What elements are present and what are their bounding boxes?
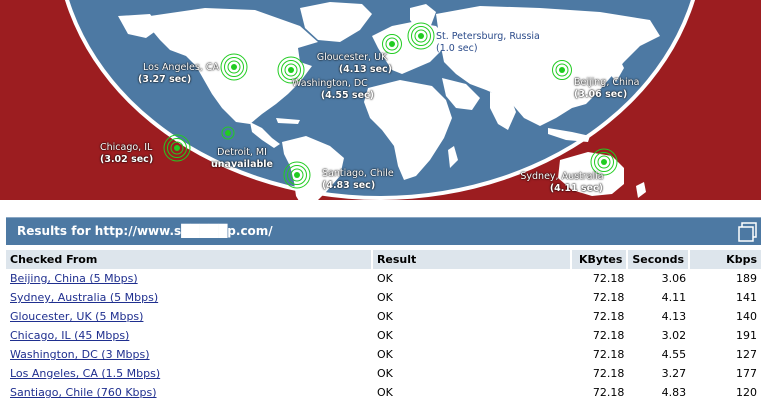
seconds-cell: 4.11 <box>661 291 687 304</box>
city-name: Sydney, Australia <box>520 171 604 182</box>
city-label-st-petersburg: St. Petersburg, Russia (1.0 sec) <box>436 31 540 55</box>
result-cell: OK <box>376 386 393 399</box>
column-header-seconds: Seconds <box>628 250 691 269</box>
city-label-chicago: Chicago, IL (3.02 sec) <box>100 142 153 166</box>
table-row: Chicago, IL (45 Mbps) OK 72.18 3.02 191 <box>6 326 761 345</box>
kbps-cell: 140 <box>736 310 757 323</box>
kbps-cell: 189 <box>736 272 757 285</box>
location-link[interactable]: Chicago, IL (45 Mbps) <box>10 329 129 342</box>
city-name: Beijing, China <box>574 77 640 88</box>
expand-window-icon[interactable] <box>737 221 759 243</box>
result-cell: OK <box>376 291 393 304</box>
results-header: Results for http://www.s█████p.com/ <box>6 217 761 245</box>
kbytes-cell: 72.18 <box>592 367 625 380</box>
column-header-kbps: Kbps <box>690 250 761 269</box>
city-time: (3.02 sec) <box>100 154 154 165</box>
kbytes-cell: 72.18 <box>592 329 625 342</box>
column-header-kbytes: KBytes <box>572 250 629 269</box>
location-link[interactable]: Washington, DC (3 Mbps) <box>10 348 150 361</box>
location-pulse-icon[interactable] <box>407 22 435 50</box>
result-cell: OK <box>376 329 393 342</box>
city-label-sydney: Sydney, Australia (4.11 sec) <box>507 171 617 195</box>
kbps-cell: 127 <box>736 348 757 361</box>
city-name: Gloucester, UK <box>316 52 388 63</box>
results-table: Checked From Result KBytes Seconds Kbps … <box>6 250 761 402</box>
location-pulse-icon[interactable] <box>214 119 242 147</box>
city-name: Chicago, IL <box>100 142 153 153</box>
world-map: St. Petersburg, Russia (1.0 sec) Glouces… <box>0 0 761 200</box>
column-header-checked-from: Checked From <box>6 250 373 269</box>
kbps-cell: 141 <box>736 291 757 304</box>
kbytes-cell: 72.18 <box>592 310 625 323</box>
location-pulse-icon[interactable] <box>163 134 191 162</box>
kbytes-cell: 72.18 <box>592 291 625 304</box>
city-name: Santiago, Chile <box>322 168 394 179</box>
location-link[interactable]: Gloucester, UK (5 Mbps) <box>10 310 143 323</box>
table-row: Gloucester, UK (5 Mbps) OK 72.18 4.13 14… <box>6 307 761 326</box>
result-cell: OK <box>376 310 393 323</box>
location-link[interactable]: Sydney, Australia (5 Mbps) <box>10 291 158 304</box>
city-name: Los Angeles, CA <box>143 62 219 73</box>
table-row: Los Angeles, CA (1.5 Mbps) OK 72.18 3.27… <box>6 364 761 383</box>
city-label-washington: Washington, DC (4.55 sec) <box>292 78 392 102</box>
city-label-santiago: Santiago, Chile (4.83 sec) <box>322 168 394 192</box>
seconds-cell: 3.02 <box>661 329 687 342</box>
kbps-cell: 177 <box>736 367 757 380</box>
table-row: Sydney, Australia (5 Mbps) OK 72.18 4.11… <box>6 288 761 307</box>
city-label-los-angeles: Los Angeles, CA (3.27 sec) <box>138 62 224 86</box>
seconds-cell: 3.06 <box>661 272 687 285</box>
results-title: Results for http://www.s█████p.com/ <box>17 224 273 238</box>
location-pulse-icon[interactable] <box>283 161 311 189</box>
city-time: (4.13 sec) <box>338 64 392 75</box>
city-name: St. Petersburg, Russia <box>436 31 540 42</box>
results-panel: Results for http://www.s█████p.com/ Chec… <box>6 217 761 412</box>
table-header-row: Checked From Result KBytes Seconds Kbps <box>6 250 761 269</box>
city-time: (3.06 sec) <box>574 89 628 100</box>
seconds-cell: 4.55 <box>661 348 687 361</box>
city-label-beijing: Beijing, China (3.06 sec) <box>574 77 640 101</box>
city-label-detroit: Detroit, MI unavailable <box>210 147 274 171</box>
location-link[interactable]: Santiago, Chile (760 Kbps) <box>10 386 157 399</box>
result-cell: OK <box>376 348 393 361</box>
seconds-cell: 4.83 <box>661 386 687 399</box>
city-time: (4.55 sec) <box>320 90 374 101</box>
table-row: Beijing, China (5 Mbps) OK 72.18 3.06 18… <box>6 269 761 288</box>
city-name: Detroit, MI <box>217 147 267 158</box>
location-pulse-icon[interactable] <box>220 53 248 81</box>
table-row: Santiago, Chile (760 Kbps) OK 72.18 4.83… <box>6 383 761 402</box>
column-header-result: Result <box>372 250 573 269</box>
location-link[interactable]: Beijing, China (5 Mbps) <box>10 272 138 285</box>
seconds-cell: 4.13 <box>661 310 687 323</box>
result-cell: OK <box>376 272 393 285</box>
city-time: unavailable <box>211 159 273 170</box>
city-time: (3.27 sec) <box>138 74 192 85</box>
kbytes-cell: 72.18 <box>592 386 625 399</box>
kbps-cell: 191 <box>736 329 757 342</box>
city-time: (4.83 sec) <box>322 180 376 191</box>
kbytes-cell: 72.18 <box>592 272 625 285</box>
kbytes-cell: 72.18 <box>592 348 625 361</box>
seconds-cell: 3.27 <box>661 367 687 380</box>
kbps-cell: 120 <box>736 386 757 399</box>
location-link[interactable]: Los Angeles, CA (1.5 Mbps) <box>10 367 160 380</box>
city-label-gloucester: Gloucester, UK (4.13 sec) <box>312 52 392 76</box>
result-cell: OK <box>376 367 393 380</box>
city-name: Washington, DC <box>292 78 368 89</box>
table-row: Washington, DC (3 Mbps) OK 72.18 4.55 12… <box>6 345 761 364</box>
location-pulse-icon[interactable] <box>548 56 576 84</box>
city-time: (1.0 sec) <box>436 43 478 54</box>
city-time: (4.11 sec) <box>549 183 603 194</box>
